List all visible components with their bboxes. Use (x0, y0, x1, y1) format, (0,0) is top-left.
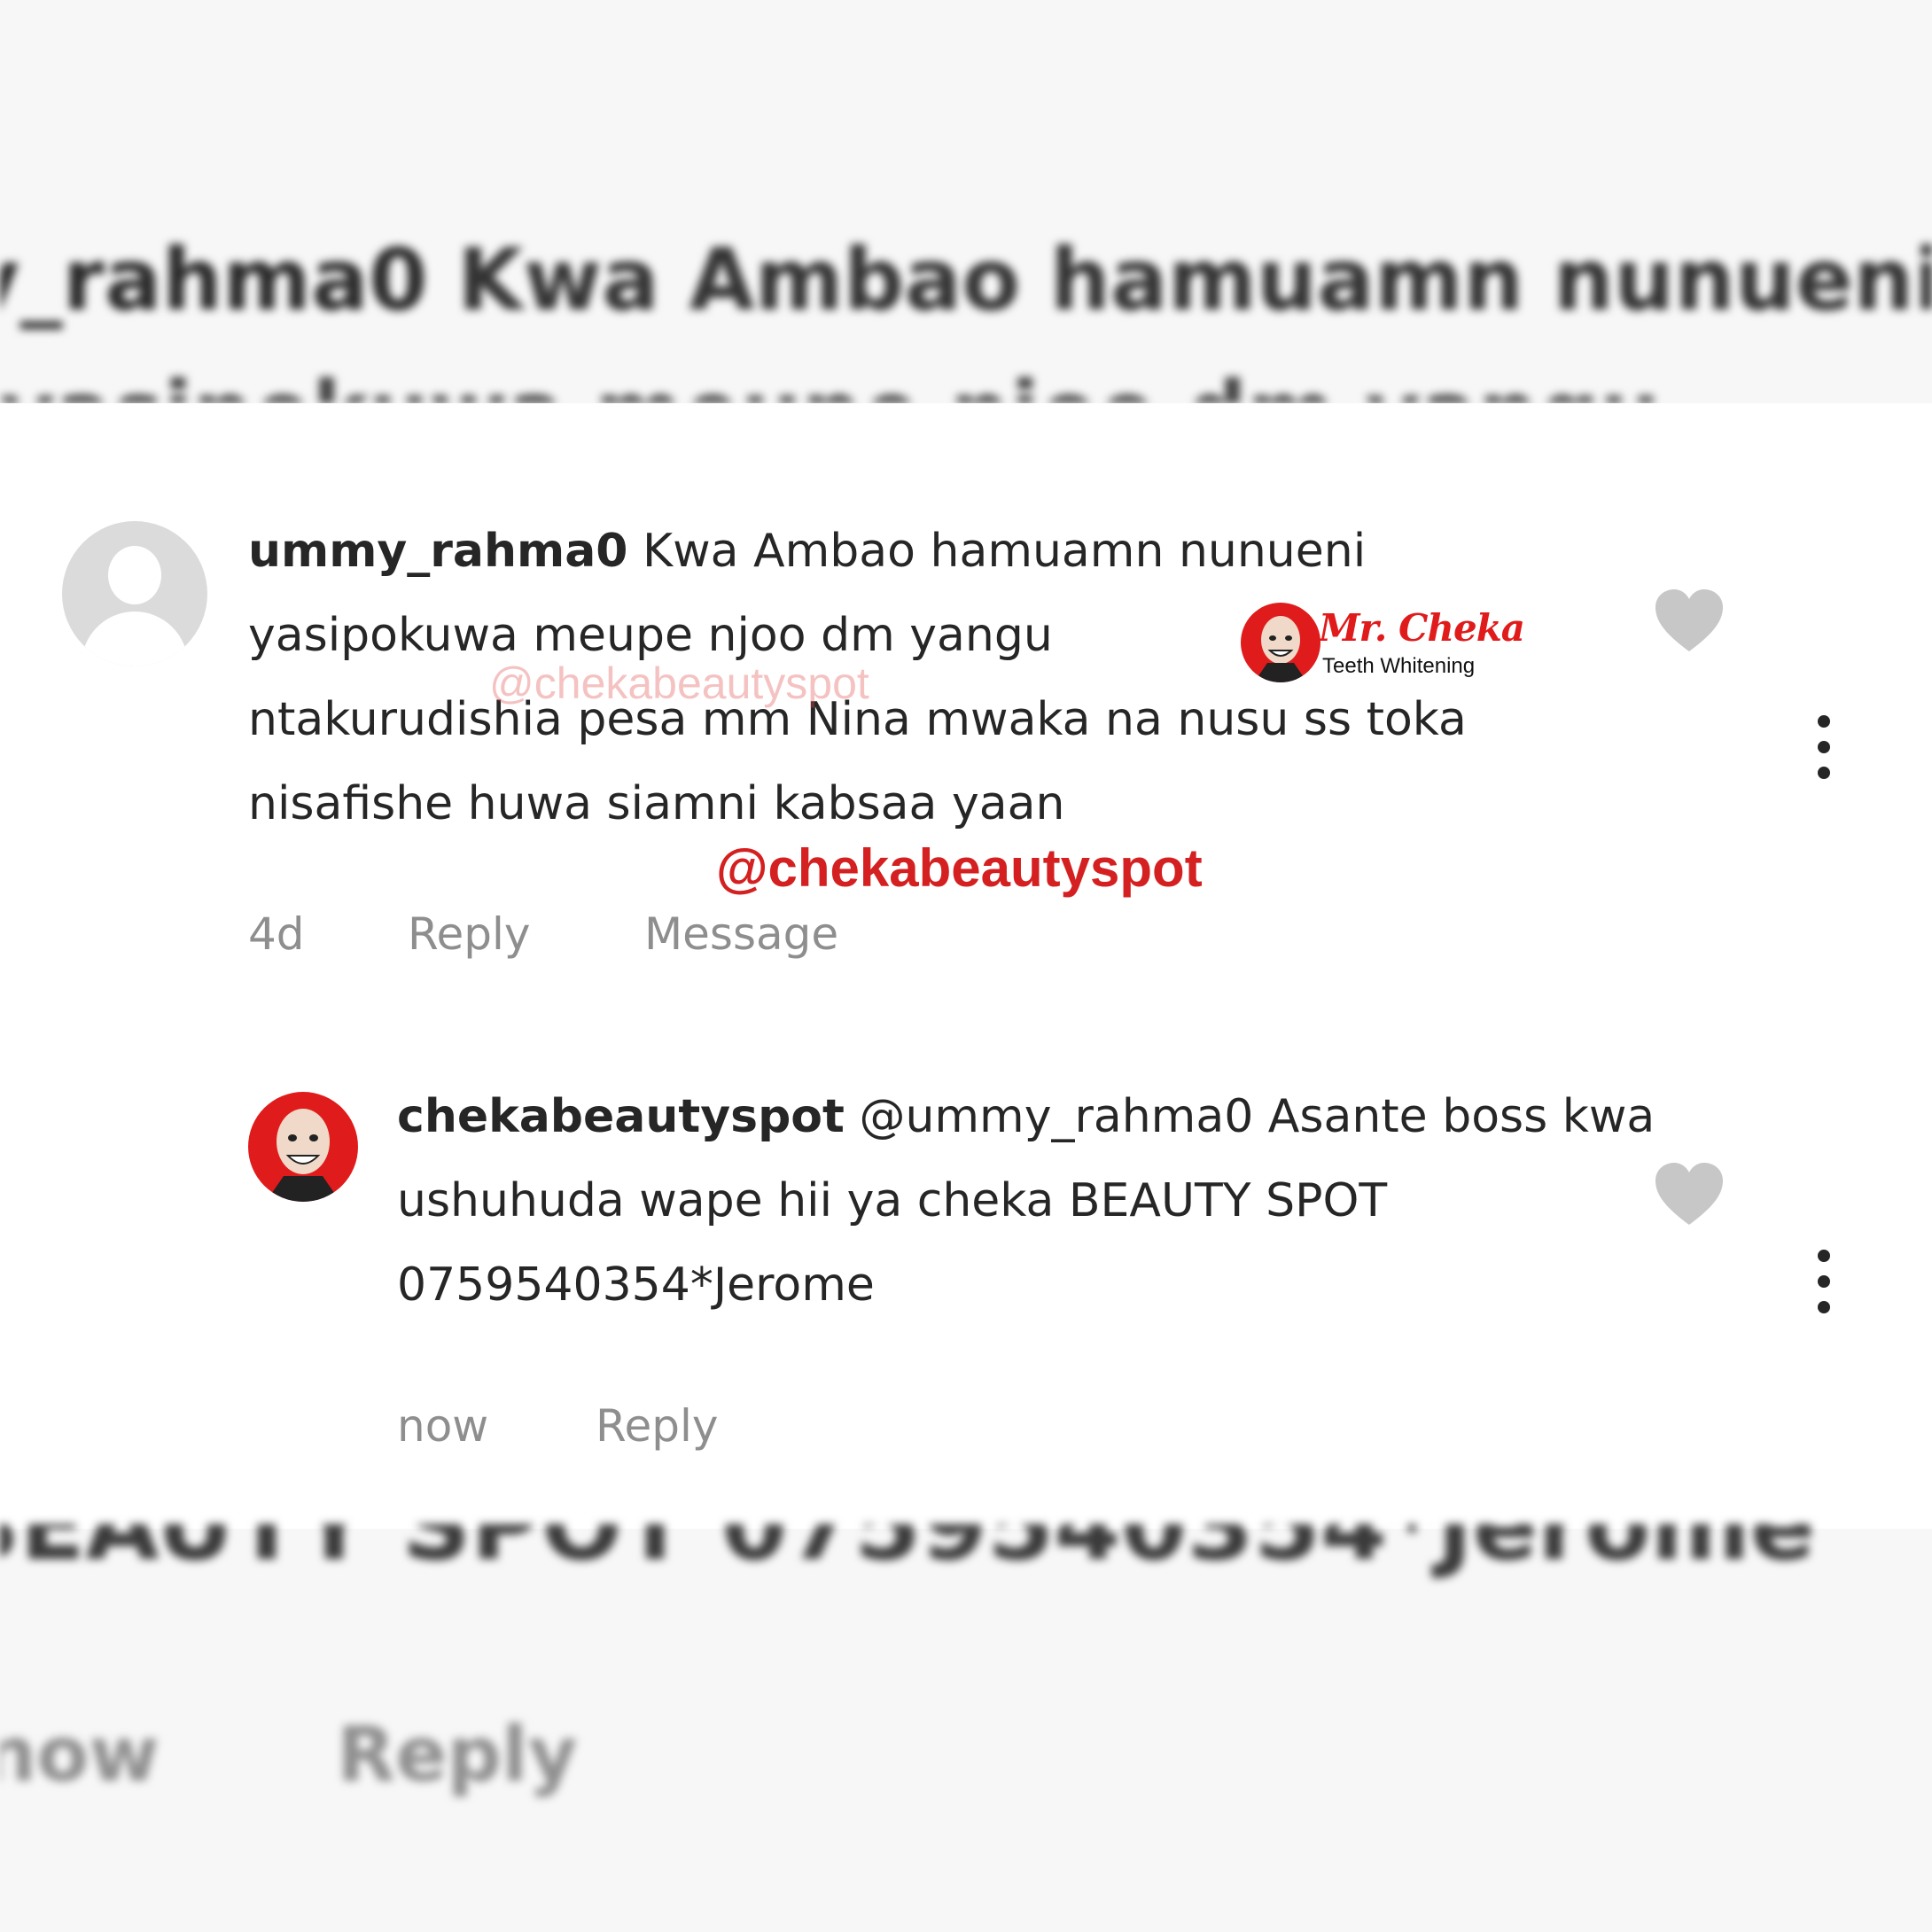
more-vertical-icon[interactable] (1815, 715, 1833, 786)
blurred-comment-line-2: yasipokuwa meupe njoo dm yangu (0, 363, 1660, 403)
brand-name: Mr. Cheka (1319, 606, 1525, 650)
reply-button[interactable]: Reply (408, 908, 530, 960)
blurred-username: y_rahma0 (0, 230, 428, 330)
comment-time: now (397, 1400, 489, 1452)
watermark-faded: @chekabeautyspot (489, 658, 869, 708)
comment-body: chekabeautyspot @ummy_rahma0 Asante boss… (397, 1075, 1682, 1328)
blurred-reply: Reply (337, 1710, 578, 1799)
avatar[interactable] (248, 1092, 358, 1202)
reply-button[interactable]: Reply (596, 1400, 718, 1452)
watermark-handle: @chekabeautyspot (716, 838, 1203, 898)
blurred-time: now (0, 1710, 160, 1799)
default-avatar-icon[interactable] (62, 521, 207, 666)
blurred-text: Kwa Ambao hamuamn nunueni (457, 230, 1932, 330)
comment-username[interactable]: chekabeautyspot (397, 1090, 845, 1143)
brand-subtitle: Teeth Whitening (1322, 654, 1476, 678)
heart-icon[interactable] (1654, 1161, 1725, 1228)
comment-text-continued: ntakurudishia pesa mm Nina mwaka na nusu… (248, 693, 1467, 830)
background-blurred-comment-bottom: BEAUTY SPOT 0759540354*Jerome now Reply (0, 1524, 1932, 1932)
brand-face-icon (1241, 603, 1320, 682)
more-vertical-icon[interactable] (1815, 1250, 1833, 1320)
blurred-comment-line: BEAUTY SPOT 0759540354*Jerome (0, 1524, 1816, 1582)
comments-panel: ummy_rahma0 Kwa Ambao hamuamn nunueni ya… (0, 403, 1932, 1529)
comment-username[interactable]: ummy_rahma0 (248, 525, 628, 578)
heart-icon[interactable] (1654, 588, 1725, 655)
screenshot-stage: y_rahma0 Kwa Ambao hamuamn nunueni yasip… (0, 0, 1932, 1932)
background-blurred-comment-top: y_rahma0 Kwa Ambao hamuamn nunueni yasip… (0, 204, 1932, 403)
brand-logo: Mr. Cheka Teeth Whitening (1241, 603, 1525, 691)
message-button[interactable]: Message (644, 908, 838, 960)
blurred-comment-line: y_rahma0 Kwa Ambao hamuamn nunueni (0, 230, 1932, 330)
comment-time: 4d (248, 908, 305, 960)
